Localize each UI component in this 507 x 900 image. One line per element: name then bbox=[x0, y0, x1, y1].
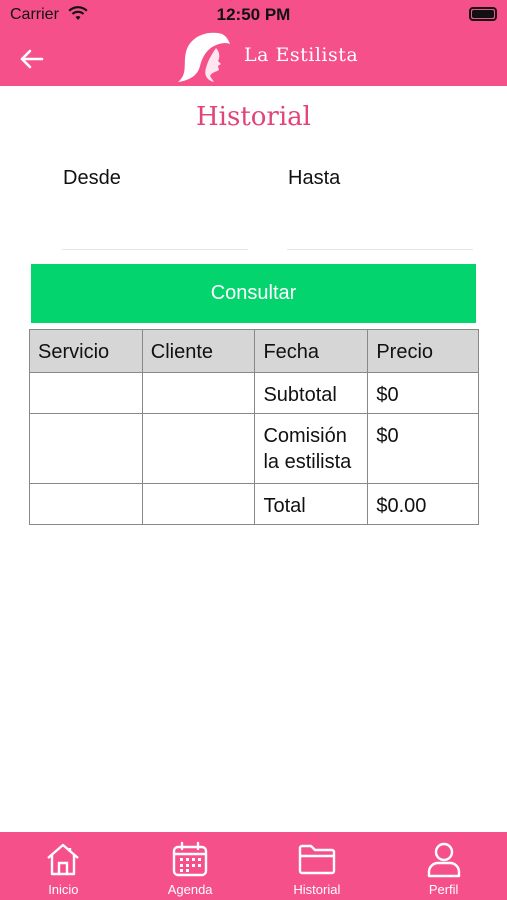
cell-fecha: Total bbox=[254, 483, 369, 525]
cell-precio: $0 bbox=[367, 372, 479, 414]
cell-servicio bbox=[29, 483, 143, 525]
cell-precio: $0.00 bbox=[367, 483, 479, 525]
tab-label: Perfil bbox=[428, 882, 459, 897]
logo-text: La Estilista bbox=[244, 44, 359, 66]
desde-date-input[interactable] bbox=[62, 214, 248, 250]
cell-cliente bbox=[141, 483, 256, 525]
cell-cliente bbox=[141, 372, 256, 414]
header-cliente: Cliente bbox=[141, 329, 256, 373]
consultar-button[interactable]: Consultar bbox=[31, 264, 476, 323]
user-icon bbox=[427, 842, 460, 878]
clock: 12:50 PM bbox=[216, 5, 291, 24]
tab-inicio[interactable]: Inicio bbox=[0, 832, 127, 900]
history-table: Servicio Cliente Fecha Precio Subtotal $… bbox=[29, 329, 479, 525]
calendar-icon bbox=[172, 841, 208, 877]
cell-fecha: Comisión la estilista bbox=[254, 413, 369, 484]
hasta-label: Hasta bbox=[288, 167, 341, 189]
tab-perfil[interactable]: Perfil bbox=[380, 832, 507, 900]
header-precio: Precio bbox=[367, 329, 479, 373]
battery-icon bbox=[469, 7, 497, 21]
back-arrow-icon[interactable] bbox=[16, 44, 46, 74]
tab-bar: Inicio Agenda Historial Perfil bbox=[0, 832, 507, 900]
tab-agenda[interactable]: Agenda bbox=[127, 832, 254, 900]
home-icon bbox=[47, 843, 80, 876]
table-row: Total $0.00 bbox=[29, 483, 479, 525]
tab-label: Agenda bbox=[167, 882, 213, 897]
table-header-row: Servicio Cliente Fecha Precio bbox=[29, 329, 479, 373]
status-bar: Carrier 12:50 PM bbox=[0, 0, 507, 30]
page-title: Historial bbox=[196, 102, 311, 132]
tab-label: Inicio bbox=[48, 882, 79, 897]
nav-bar: La Estilista bbox=[0, 30, 507, 86]
hasta-date-input[interactable] bbox=[287, 214, 473, 250]
folder-icon bbox=[298, 844, 336, 875]
app-logo: La Estilista bbox=[172, 30, 372, 86]
header-fecha: Fecha bbox=[254, 329, 369, 373]
table-row: Comisión la estilista $0 bbox=[29, 413, 479, 484]
cell-precio: $0 bbox=[367, 413, 479, 484]
tab-historial[interactable]: Historial bbox=[254, 832, 381, 900]
cell-servicio bbox=[29, 372, 143, 414]
cell-cliente bbox=[141, 413, 256, 484]
table-row: Subtotal $0 bbox=[29, 372, 479, 414]
woman-silhouette-icon bbox=[178, 32, 230, 82]
desde-label: Desde bbox=[63, 167, 121, 189]
header-servicio: Servicio bbox=[29, 329, 143, 373]
cell-servicio bbox=[29, 413, 143, 484]
cell-fecha: Subtotal bbox=[254, 372, 369, 414]
tab-label: Historial bbox=[293, 882, 341, 897]
